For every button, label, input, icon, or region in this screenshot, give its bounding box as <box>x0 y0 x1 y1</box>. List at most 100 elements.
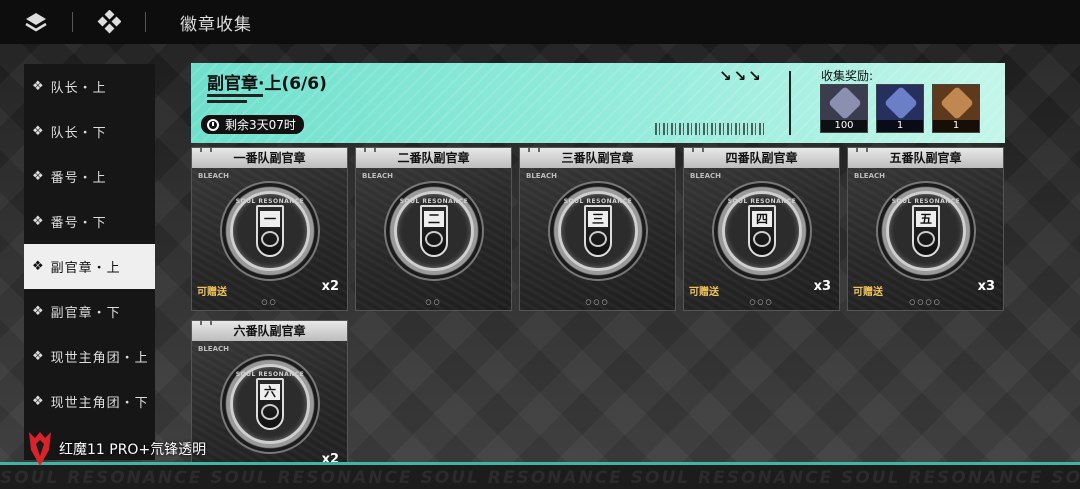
rarity-dots: ○○○○ <box>909 298 942 306</box>
division-numeral: 四 <box>752 211 772 227</box>
badge-name: 二番队副官章 <box>356 148 511 168</box>
time-remaining-badge: 剩余3天07时 <box>201 115 304 134</box>
badge-quantity: x3 <box>813 279 831 294</box>
sidebar-item-division-upper[interactable]: ❖ 番号・上 <box>24 154 155 199</box>
shield-emblem: 五 <box>912 205 940 257</box>
badge-card[interactable]: 六番队副官章 BLEACH SOUL RESONANCE 六 x2 <box>191 320 348 484</box>
diamond-icon: ❖ <box>32 394 45 409</box>
sidebar-item-division-lower[interactable]: ❖ 番号・下 <box>24 199 155 244</box>
brand-logo: BLEACH <box>362 172 393 180</box>
flower-emblem-icon <box>917 231 935 247</box>
flower-emblem-icon <box>589 231 607 247</box>
red-magic-logo-icon <box>29 432 51 466</box>
shield-emblem: 三 <box>584 205 612 257</box>
shield-emblem: 四 <box>748 205 776 257</box>
badge-card[interactable]: 三番队副官章 BLEACH SOUL RESONANCE 三 ○○○ <box>519 147 676 311</box>
ring-text: SOUL RESONANCE <box>399 198 469 205</box>
sidebar-item-label: 副官章・下 <box>50 306 121 321</box>
clock-icon <box>207 118 219 131</box>
sidebar-item-label: 副官章・上 <box>50 261 121 276</box>
reward-qty: 100 <box>821 120 867 132</box>
sidebar-item-captain-lower[interactable]: ❖ 队长・下 <box>24 109 155 154</box>
reward-item[interactable]: 100 <box>820 84 868 133</box>
sidebar-item-protagonists-upper[interactable]: ❖ 现世主角团・上 <box>24 334 155 379</box>
division-numeral: 三 <box>588 211 608 227</box>
layers-icon <box>25 13 47 32</box>
giftable-label: 可赠送 <box>853 287 883 298</box>
badge-name: 三番队副官章 <box>520 148 675 168</box>
decorative-line <box>207 100 247 103</box>
badge-medal: SOUL RESONANCE 一 <box>220 181 320 281</box>
diamond-icon: ❖ <box>32 214 45 229</box>
diamond-icon: ❖ <box>32 124 45 139</box>
top-bar: 徽章收集 <box>0 0 1080 44</box>
badge-name: 一番队副官章 <box>192 148 347 168</box>
rarity-dots: ○○ <box>425 298 442 306</box>
divider <box>789 71 791 135</box>
brand-logo: BLEACH <box>526 172 557 180</box>
blue-crystal-icon <box>884 86 918 120</box>
sidebar-item-label: 现世主角团・下 <box>50 396 149 411</box>
badge-medal: SOUL RESONANCE 三 <box>548 181 648 281</box>
barcode-decoration <box>655 123 765 135</box>
sidebar-item-label: 番号・下 <box>50 216 107 231</box>
reward-item[interactable]: 1 <box>932 84 980 133</box>
shield-emblem: 一 <box>256 205 284 257</box>
division-numeral: 六 <box>260 384 280 400</box>
brand-logo: BLEACH <box>198 172 229 180</box>
badge-card[interactable]: 四番队副官章 BLEACH SOUL RESONANCE 四 可赠送 x3 ○○… <box>683 147 840 311</box>
badge-name: 四番队副官章 <box>684 148 839 168</box>
reward-qty: 1 <box>877 120 923 132</box>
home-button[interactable] <box>73 0 145 44</box>
shield-emblem: 二 <box>420 205 448 257</box>
shield-emblem: 六 <box>256 378 284 430</box>
currency-gem-icon <box>828 86 862 120</box>
menu-button[interactable] <box>0 0 72 44</box>
division-numeral: 二 <box>424 211 444 227</box>
sidebar-item-label: 队长・下 <box>50 126 107 141</box>
reward-item[interactable]: 1 <box>876 84 924 133</box>
flower-emblem-icon <box>753 231 771 247</box>
collection-title: 副官章·上(6/6) <box>207 74 327 94</box>
diamond-icon: ❖ <box>32 304 45 319</box>
giftable-label: 可赠送 <box>197 287 227 298</box>
clip-decoration <box>200 321 212 325</box>
rarity-dots: ○○○ <box>749 298 774 306</box>
divider <box>145 12 146 32</box>
category-sidebar: ❖ 队长・上 ❖ 队长・下 ❖ 番号・上 ❖ 番号・下 ❖ 副官章・上 ❖ 副官章・下 ❖ 现… <box>24 64 155 460</box>
badge-name: 五番队副官章 <box>848 148 1003 168</box>
badge-quantity: x2 <box>321 279 339 294</box>
device-watermark: 红魔11 PRO+氘锋透明 <box>27 430 206 468</box>
badge-medal: SOUL RESONANCE 六 <box>220 354 320 454</box>
time-remaining: 剩余3天07时 <box>225 118 296 132</box>
badge-name: 六番队副官章 <box>192 321 347 341</box>
ring-text: SOUL RESONANCE <box>727 198 797 205</box>
badge-card[interactable]: 二番队副官章 BLEACH SOUL RESONANCE 二 ○○ <box>355 147 512 311</box>
badge-medal: SOUL RESONANCE 四 <box>712 181 812 281</box>
division-numeral: 一 <box>260 211 280 227</box>
sidebar-item-label: 番号・上 <box>50 171 107 186</box>
flower-emblem-icon <box>261 404 279 420</box>
diamond-icon: ❖ <box>32 169 45 184</box>
sidebar-item-lieutenant-lower[interactable]: ❖ 副官章・下 <box>24 289 155 334</box>
arrows-icon: ↘↘↘ <box>719 67 763 85</box>
sidebar-item-captain-upper[interactable]: ❖ 队长・上 <box>24 64 155 109</box>
badge-medal: SOUL RESONANCE 五 <box>876 181 976 281</box>
badge-card[interactable]: 五番队副官章 BLEACH SOUL RESONANCE 五 可赠送 x3 ○○… <box>847 147 1004 311</box>
reward-label: 收集奖励: <box>821 69 874 83</box>
rarity-dots: ○○ <box>261 298 278 306</box>
sidebar-item-protagonists-lower[interactable]: ❖ 现世主角团・下 <box>24 379 155 424</box>
ring-text: SOUL RESONANCE <box>235 198 305 205</box>
clip-decoration <box>200 148 212 152</box>
brand-logo: BLEACH <box>854 172 885 180</box>
bottom-strip-text: SOUL RESONANCE SOUL RESONANCE SOUL RESON… <box>0 468 1080 488</box>
clip-decoration <box>364 148 376 152</box>
clip-decoration <box>692 148 704 152</box>
rarity-dots: ○○○ <box>585 298 610 306</box>
collection-banner: 副官章·上(6/6) 剩余3天07时 ↘↘↘ 收集奖励: 100 1 1 <box>191 63 1005 143</box>
sidebar-item-lieutenant-upper[interactable]: ❖ 副官章・上 <box>24 244 155 289</box>
clip-decoration <box>528 148 540 152</box>
ring-text: SOUL RESONANCE <box>235 371 305 378</box>
reward-qty: 1 <box>933 120 979 132</box>
badge-card[interactable]: 一番队副官章 BLEACH SOUL RESONANCE 一 可赠送 x2 ○○ <box>191 147 348 311</box>
